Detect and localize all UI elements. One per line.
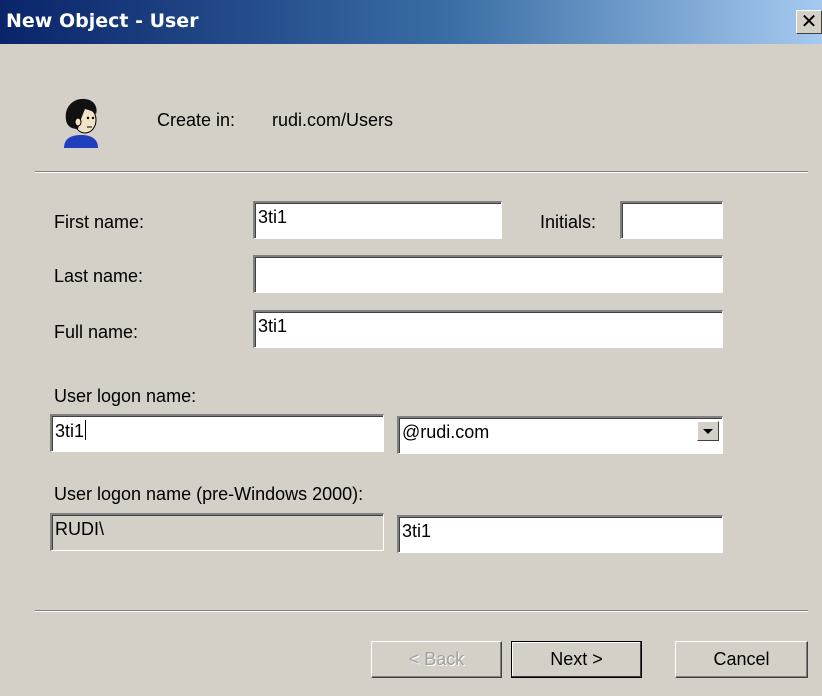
create-in-path: rudi.com/Users: [272, 110, 394, 130]
pre2000-name-input[interactable]: 3ti1: [397, 515, 723, 553]
first-name-label: First name:: [54, 212, 145, 232]
window-title: New Object - User: [6, 10, 199, 32]
logon-name-input[interactable]: 3ti1: [50, 414, 384, 452]
new-object-user-dialog: New Object - User ✕ Create in: rudi.com/…: [0, 0, 822, 696]
initials-label: Initials:: [540, 212, 597, 232]
user-icon: [64, 98, 98, 148]
text-caret: [85, 420, 87, 440]
footer-divider: [35, 610, 808, 612]
pre2000-label: User logon name (pre-Windows 2000):: [54, 484, 364, 504]
full-name-input[interactable]: 3ti1: [253, 310, 723, 348]
full-name-value: 3ti1: [258, 316, 288, 336]
initials-input[interactable]: [620, 201, 723, 239]
domain-selected-value: @rudi.com: [402, 422, 490, 442]
close-button[interactable]: ✕: [796, 10, 822, 34]
pre2000-name-value: 3ti1: [402, 521, 432, 541]
create-in-label: Create in:: [157, 110, 236, 130]
first-name-input[interactable]: 3ti1: [253, 201, 502, 239]
last-name-label: Last name:: [54, 266, 144, 286]
domain-select[interactable]: @rudi.com: [397, 416, 723, 454]
close-icon: ✕: [800, 9, 818, 33]
logon-name-value: 3ti1: [55, 421, 85, 441]
logon-name-label: User logon name:: [54, 386, 197, 406]
back-button[interactable]: < Back: [371, 641, 502, 678]
chevron-down-icon[interactable]: [697, 421, 719, 441]
pre2000-domain-field: RUDI\: [50, 513, 384, 551]
first-name-value: 3ti1: [258, 207, 288, 227]
title-bar: New Object - User ✕: [0, 0, 822, 44]
full-name-label: Full name:: [54, 322, 139, 342]
header-divider: [35, 171, 808, 173]
last-name-input[interactable]: [253, 255, 723, 293]
pre2000-domain-value: RUDI\: [55, 519, 104, 539]
cancel-button[interactable]: Cancel: [675, 641, 808, 678]
next-button[interactable]: Next >: [511, 641, 642, 678]
